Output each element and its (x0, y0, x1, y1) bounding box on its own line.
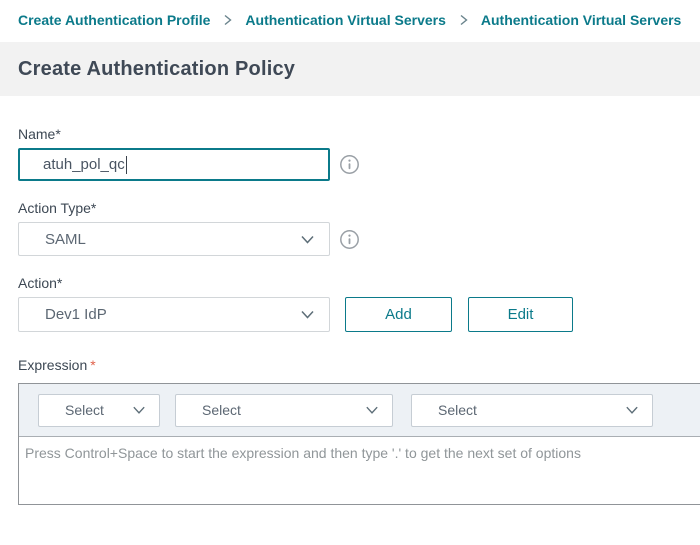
name-info-button[interactable] (339, 154, 360, 175)
name-input[interactable]: atuh_pol_qc (18, 148, 330, 181)
add-button[interactable]: Add (345, 297, 452, 332)
expression-select-1[interactable]: Select (38, 394, 160, 427)
expression-toolbar: Select Select Select (19, 384, 700, 437)
action-value: Dev1 IdP (45, 306, 299, 323)
chevron-down-icon (299, 231, 316, 248)
breadcrumb: Create Authentication Profile Authentica… (18, 12, 700, 28)
action-label: Action* (18, 275, 700, 292)
expression-select-3[interactable]: Select (411, 394, 653, 427)
info-icon (339, 229, 360, 250)
chevron-down-icon (624, 402, 640, 418)
text-caret (126, 156, 127, 174)
title-bar: Create Authentication Policy (0, 42, 700, 96)
action-type-select[interactable]: SAML (18, 222, 330, 256)
action-type-value: SAML (45, 231, 299, 248)
action-select[interactable]: Dev1 IdP (18, 297, 330, 332)
name-label: Name* (18, 126, 700, 143)
required-asterisk: * (90, 357, 95, 373)
info-icon (339, 154, 360, 175)
chevron-down-icon (364, 402, 380, 418)
chevron-right-icon (221, 13, 234, 27)
breadcrumb-item-authentication-virtual-servers[interactable]: Authentication Virtual Servers (245, 12, 445, 28)
edit-button[interactable]: Edit (468, 297, 573, 332)
expression-select-2[interactable]: Select (175, 394, 393, 427)
action-type-info-button[interactable] (339, 229, 360, 250)
create-authentication-policy-form: Name* atuh_pol_qc Action Type* SAML (0, 126, 700, 505)
chevron-down-icon (299, 306, 316, 323)
breadcrumb-item-authentication-virtual-servers-2[interactable]: Authentication Virtual Servers (481, 12, 681, 28)
chevron-down-icon (131, 402, 147, 418)
breadcrumb-item-create-authentication-profile[interactable]: Create Authentication Profile (18, 12, 210, 28)
name-input-value: atuh_pol_qc (43, 156, 125, 173)
page-title: Create Authentication Policy (18, 58, 295, 81)
action-type-label: Action Type* (18, 200, 700, 217)
expression-label: Expression* (18, 357, 700, 374)
expression-input[interactable] (19, 437, 700, 504)
chevron-right-icon (457, 13, 470, 27)
expression-editor: Select Select Select (18, 383, 700, 505)
